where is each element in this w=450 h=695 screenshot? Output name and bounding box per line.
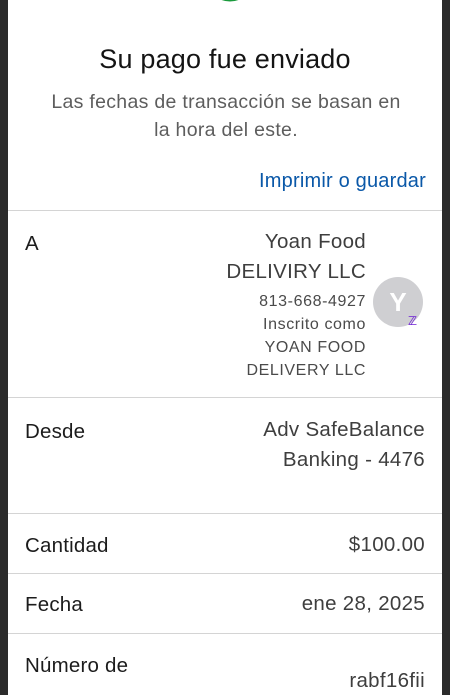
amount-value: $100.00 xyxy=(348,533,425,556)
divider xyxy=(8,513,442,514)
divider xyxy=(8,210,442,211)
from-account: Adv SafeBalance Banking - 4476 xyxy=(263,415,425,475)
divider xyxy=(8,573,442,574)
timezone-note: Las fechas de transacción se basan en la… xyxy=(26,88,426,144)
recipient-name: Yoan Food DELIVIRY LLC xyxy=(226,227,366,287)
timezone-note-line2: la hora del este. xyxy=(154,119,298,141)
payment-confirmation-card: Su pago fue enviado Las fechas de transa… xyxy=(8,0,442,695)
date-value: ene 28, 2025 xyxy=(301,592,425,615)
recipient-enrolled-label: Inscrito como xyxy=(263,316,366,333)
from-account-line1: Adv SafeBalance xyxy=(263,418,425,441)
page-title: Su pago fue enviado xyxy=(99,44,351,74)
recipient-details: 813-668-4927 Inscrito como YOAN FOOD DEL… xyxy=(246,290,366,382)
confirmation-value: rabf16fii xyxy=(349,669,425,692)
confirmation-label: Número de xyxy=(25,654,129,677)
date-label: Fecha xyxy=(25,593,83,616)
zelle-logo-icon: ℤ xyxy=(408,314,418,328)
recipient-name-line2: DELIVIRY LLC xyxy=(226,260,366,283)
recipient-name-line1: Yoan Food xyxy=(264,230,366,253)
from-label: Desde xyxy=(25,420,86,443)
divider xyxy=(8,397,442,398)
timezone-note-line1: Las fechas de transacción se basan en xyxy=(51,91,401,113)
from-account-line2: Banking - 4476 xyxy=(282,448,425,471)
amount-label: Cantidad xyxy=(25,534,109,557)
checkmark-circle-icon xyxy=(221,0,239,2)
recipient-label: A xyxy=(25,232,39,255)
recipient-enrolled-name-line2: DELIVERY LLC xyxy=(246,362,366,379)
recipient-phone: 813-668-4927 xyxy=(259,293,366,310)
recipient-enrolled-name-line1: YOAN FOOD xyxy=(264,339,366,356)
print-or-save-link[interactable]: Imprimir o guardar xyxy=(259,170,426,193)
divider xyxy=(8,633,442,634)
